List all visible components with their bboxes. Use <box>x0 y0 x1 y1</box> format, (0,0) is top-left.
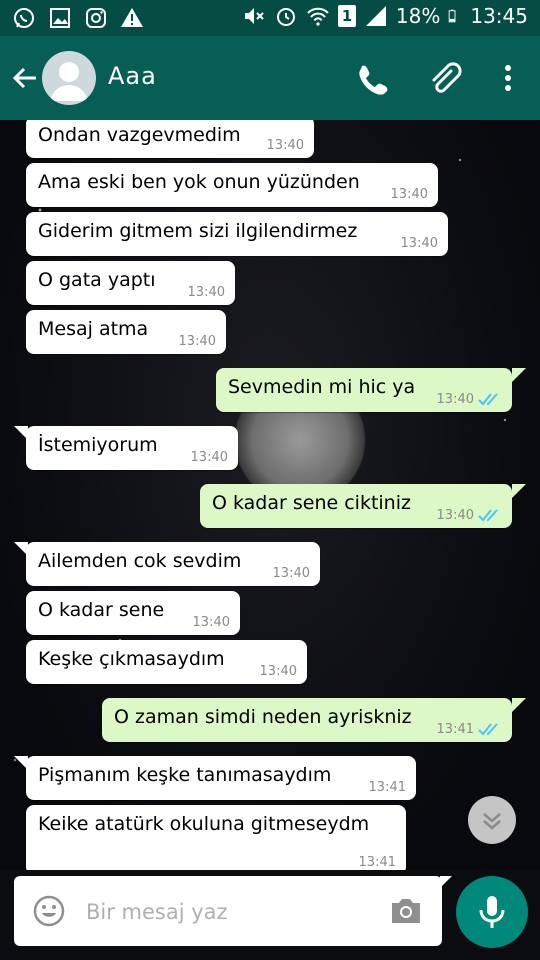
message-text: Giderim gitmem sizi ilgilendirmez <box>38 220 358 242</box>
whatsapp-icon <box>14 8 34 28</box>
message-text: O kadar sene <box>38 599 165 621</box>
message-time: 13:40 <box>436 508 474 523</box>
phone-call-icon[interactable] <box>352 58 392 98</box>
message-text: İstemiyorum <box>38 434 158 456</box>
mic-button[interactable] <box>456 876 528 948</box>
message-input[interactable] <box>84 890 378 934</box>
emoji-icon[interactable] <box>32 894 66 928</box>
message-time: 13:40 <box>187 285 225 300</box>
message-time: 13:41 <box>436 722 474 737</box>
message-time: 13:40 <box>178 334 216 349</box>
message-incoming[interactable]: Giderim gitmem sizi ilgilendirmez 13:40 <box>26 212 448 256</box>
message-text: Ondan vazgevmedim <box>38 124 241 146</box>
message-incoming[interactable]: Keşke çıkmasaydım 13:40 <box>26 640 307 684</box>
message-text: Mesaj atma <box>38 318 149 340</box>
message-text: O zaman simdi neden ayriskniz <box>114 706 412 728</box>
message-time: 13:40 <box>192 615 230 630</box>
back-arrow-icon[interactable] <box>6 58 46 98</box>
message-time: 13:40 <box>259 664 297 679</box>
signal-icon <box>365 6 386 26</box>
status-bar-system: 1 18% 13:45 <box>242 4 528 28</box>
contact-name[interactable]: Aaa <box>108 62 157 90</box>
message-incoming[interactable]: Ondan vazgevmedim 13:40 <box>26 120 314 158</box>
message-time: 13:40 <box>190 450 228 465</box>
camera-icon[interactable] <box>388 894 424 928</box>
message-outgoing[interactable]: O zaman simdi neden ayriskniz 13:41 <box>102 698 512 742</box>
message-incoming[interactable]: Pişmanım keşke tanımasaydım 13:41 <box>26 756 416 800</box>
default-avatar-icon <box>50 62 88 101</box>
message-time: 13:41 <box>368 780 406 795</box>
gallery-icon <box>50 8 70 28</box>
paperclip-icon[interactable] <box>424 58 464 98</box>
double-check-read-icon <box>478 723 498 736</box>
double-check-read-icon <box>478 393 498 406</box>
message-outgoing[interactable]: O kadar sene ciktiniz 13:40 <box>200 484 512 528</box>
message-incoming[interactable]: İstemiyorum 13:40 <box>26 426 238 470</box>
message-incoming[interactable]: Ama eski ben yok onun yüzünden 13:40 <box>26 163 438 207</box>
message-time: 13:40 <box>390 187 428 202</box>
message-text: O gata yaptı <box>38 269 156 291</box>
message-text: Pişmanım keşke tanımasaydım <box>38 764 332 786</box>
message-time: 13:40 <box>266 138 304 153</box>
bubble-tail <box>512 698 526 712</box>
chat-header: Aaa <box>0 36 540 120</box>
message-time: 13:40 <box>400 236 438 251</box>
composer-tail <box>440 876 452 888</box>
mute-icon <box>244 8 264 24</box>
message-text: Ama eski ben yok onun yüzünden <box>38 171 360 193</box>
sim-icon: 1 <box>337 5 356 27</box>
bubble-tail <box>512 484 526 498</box>
wifi-icon <box>307 7 329 26</box>
battery-icon <box>449 9 456 23</box>
message-time: 13:41 <box>358 855 396 870</box>
more-options-icon[interactable] <box>490 58 526 98</box>
message-incoming[interactable]: Mesaj atma 13:40 <box>26 310 226 354</box>
bubble-tail <box>512 368 526 382</box>
composer-bar <box>0 870 540 960</box>
status-bar: 1 18% 13:45 <box>0 0 540 36</box>
avatar[interactable] <box>42 51 96 105</box>
message-text: O kadar sene ciktiniz <box>212 492 411 514</box>
message-incoming[interactable]: O gata yaptı 13:40 <box>26 261 235 305</box>
clock: 13:45 <box>470 4 528 28</box>
composer-box <box>14 876 442 946</box>
message-incoming[interactable]: O kadar sene 13:40 <box>26 591 240 635</box>
message-text: Ailemden cok sevdim <box>38 550 242 572</box>
instagram-icon <box>86 8 106 28</box>
message-text: Keike atatürk okuluna gitmeseydm <box>38 813 370 835</box>
warning-icon <box>121 8 143 27</box>
message-time: 13:40 <box>436 392 474 407</box>
battery-percent: 18% <box>395 4 441 28</box>
message-outgoing[interactable]: Sevmedin mi hic ya 13:40 <box>216 368 512 412</box>
alarm-icon <box>276 8 295 26</box>
message-time: 13:40 <box>272 566 310 581</box>
message-list[interactable]: Ondan vazgevmedim 13:40 Ama eski ben yok… <box>0 120 540 870</box>
message-text: Keşke çıkmasaydım <box>38 648 225 670</box>
message-incoming[interactable]: Ailemden cok sevdim 13:40 <box>26 542 320 586</box>
message-incoming[interactable]: Keike atatürk okuluna gitmeseydm 13:41 <box>26 805 406 870</box>
chevron-double-down-icon <box>483 813 501 830</box>
microphone-icon <box>479 896 505 928</box>
scroll-to-bottom-button[interactable] <box>468 796 516 844</box>
status-bar-notifications <box>12 6 144 30</box>
message-text: Sevmedin mi hic ya <box>228 376 416 398</box>
double-check-read-icon <box>478 509 498 522</box>
